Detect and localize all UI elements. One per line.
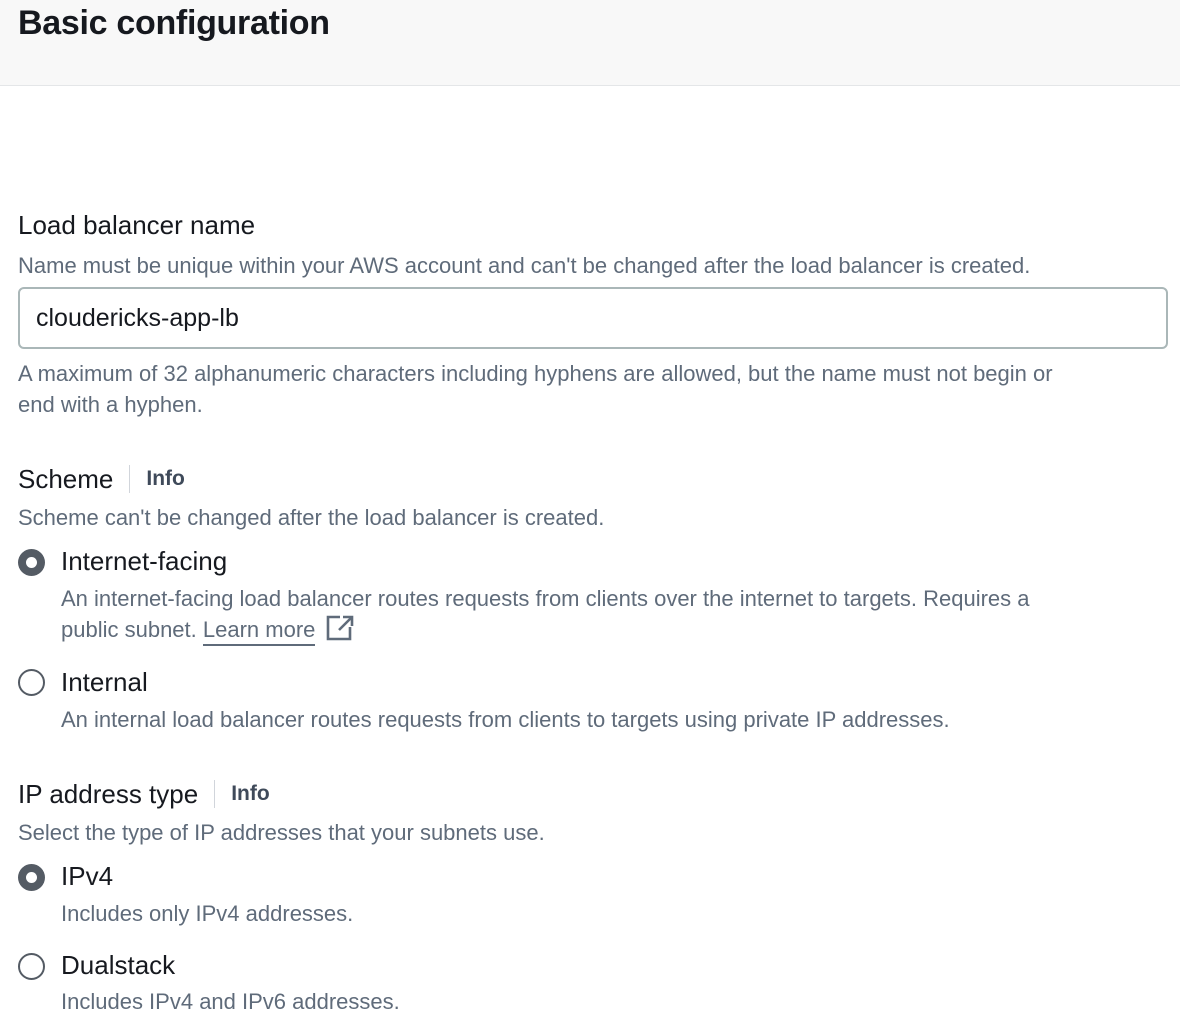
internal-description: An internal load balancer routes request… bbox=[61, 707, 950, 732]
section-title: Basic configuration bbox=[18, 4, 330, 42]
scheme-info-link[interactable]: Info bbox=[146, 467, 184, 491]
internet-facing-description-line2: public subnet. Learn more bbox=[61, 614, 354, 649]
ipv4-radio[interactable] bbox=[18, 864, 45, 891]
dualstack-radio[interactable] bbox=[18, 953, 45, 980]
ipv4-description: Includes only IPv4 addresses. bbox=[61, 901, 354, 926]
internal-radio[interactable] bbox=[18, 669, 45, 696]
scheme-label: Scheme bbox=[18, 464, 114, 494]
dualstack-label[interactable]: Dualstack bbox=[61, 950, 175, 980]
divider bbox=[214, 780, 216, 808]
scheme-heading: Scheme Info bbox=[18, 464, 185, 494]
internet-facing-description: An internet-facing load balancer routes … bbox=[61, 586, 1030, 611]
internet-facing-radio[interactable] bbox=[18, 549, 45, 576]
dualstack-description: Includes IPv4 and IPv6 addresses. bbox=[61, 989, 400, 1014]
public-subnet-text: public subnet. bbox=[61, 617, 197, 642]
learn-more-link[interactable]: Learn more bbox=[202, 617, 316, 646]
ip-address-type-description: Select the type of IP addresses that you… bbox=[18, 820, 545, 845]
load-balancer-name-constraint: A maximum of 32 alphanumeric characters … bbox=[18, 361, 1053, 386]
scheme-description: Scheme can't be changed after the load b… bbox=[18, 505, 605, 530]
ip-address-type-heading: IP address type Info bbox=[18, 779, 270, 809]
divider bbox=[129, 465, 131, 493]
ip-address-type-info-link[interactable]: Info bbox=[231, 782, 269, 806]
load-balancer-name-label: Load balancer name bbox=[18, 210, 256, 240]
section-header: Basic configuration bbox=[0, 0, 1180, 86]
load-balancer-name-description: Name must be unique within your AWS acco… bbox=[18, 253, 1031, 278]
load-balancer-name-constraint-line2: end with a hyphen. bbox=[18, 392, 203, 417]
internal-label[interactable]: Internal bbox=[61, 667, 148, 697]
load-balancer-name-input[interactable] bbox=[18, 287, 1168, 349]
ip-address-type-label: IP address type bbox=[18, 779, 199, 809]
internet-facing-label[interactable]: Internet-facing bbox=[61, 546, 227, 576]
ipv4-label[interactable]: IPv4 bbox=[61, 861, 113, 891]
external-link-icon[interactable] bbox=[326, 615, 354, 649]
